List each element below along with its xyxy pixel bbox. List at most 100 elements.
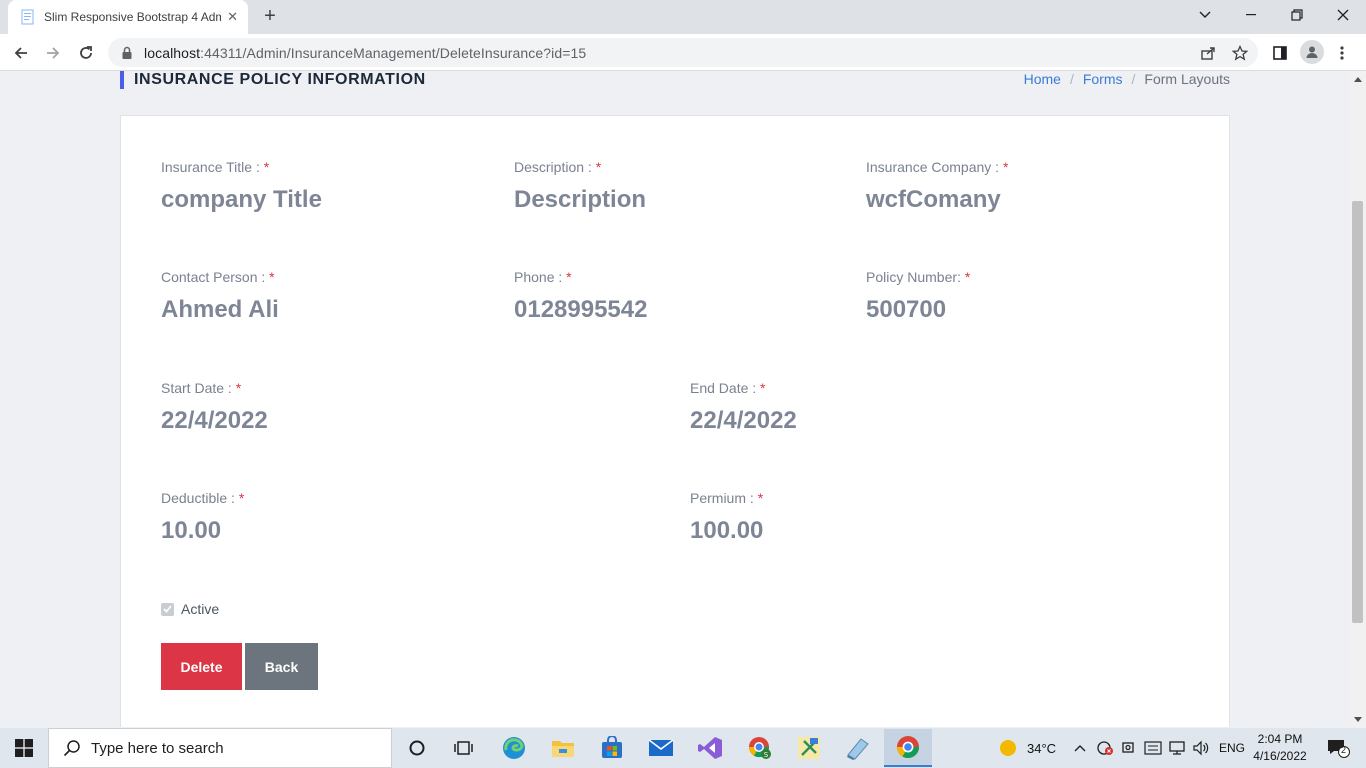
back-arrow-icon[interactable] (8, 40, 34, 66)
address-bar[interactable]: localhost:44311/Admin/InsuranceManagemen… (108, 38, 1258, 67)
start-date-label: Start Date : * (161, 380, 268, 396)
language-indicator[interactable]: ENG (1219, 741, 1245, 755)
side-panel-icon[interactable] (1270, 43, 1290, 63)
description-value: Description (514, 186, 647, 213)
start-date-field: Start Date : * 22/4/2022 (161, 380, 268, 436)
policy-number-value: 500700 (866, 296, 947, 323)
breadcrumb-forms[interactable]: Forms (1083, 71, 1123, 87)
permium-value: 100.00 (690, 517, 764, 544)
page-scrollbar[interactable] (1350, 71, 1366, 727)
restore-icon[interactable] (1274, 0, 1320, 30)
insurance-form-card: Insurance Title : * company Title Descri… (120, 115, 1230, 727)
page-title: INSURANCE POLICY INFORMATION (120, 71, 426, 89)
label-text: Phone : (514, 269, 563, 285)
reload-icon[interactable] (73, 40, 99, 66)
close-icon[interactable]: ✕ (227, 9, 238, 25)
cortana-icon[interactable] (397, 732, 437, 764)
chrome-profile-icon[interactable]: S (740, 732, 780, 764)
scroll-down-icon[interactable] (1350, 711, 1366, 727)
taskbar-search-box[interactable]: Type here to search (48, 728, 392, 768)
phone-field: Phone : * 0128995542 (514, 269, 647, 325)
window-close-icon[interactable] (1320, 0, 1366, 30)
weather-temperature[interactable]: 34°C (1027, 741, 1056, 756)
chrome-browser-icon[interactable] (884, 729, 932, 767)
volume-icon[interactable] (1190, 732, 1212, 764)
url-path: :44311/Admin/InsuranceManagement/DeleteI… (200, 44, 587, 61)
label-text: Insurance Title : (161, 159, 260, 175)
notification-center-icon[interactable]: 2 (1318, 732, 1358, 764)
active-row: Active (161, 601, 219, 617)
required-mark: * (269, 269, 275, 285)
antivirus-tray-icon[interactable] (1094, 732, 1116, 764)
active-checkbox[interactable] (161, 602, 174, 616)
browser-tab[interactable]: Slim Responsive Bootstrap 4 Admin ✕ (8, 0, 248, 34)
insurance-company-label: Insurance Company : * (866, 159, 1008, 175)
breadcrumb-separator: / (1069, 71, 1074, 87)
url-host: localhost (144, 44, 201, 61)
profile-avatar-icon[interactable] (1300, 40, 1324, 64)
edge-browser-icon[interactable] (494, 732, 534, 764)
required-mark: * (595, 159, 602, 175)
weather-sun-icon[interactable] (994, 732, 1022, 764)
taskbar-clock[interactable]: 2:04 PM 4/16/2022 (1248, 731, 1312, 765)
insurance-title-value: company Title (161, 186, 322, 213)
scroll-thumb[interactable] (1352, 201, 1363, 623)
end-date-value: 22/4/2022 (690, 407, 797, 434)
microsoft-store-icon[interactable] (592, 732, 632, 764)
notepad-app-icon[interactable] (838, 732, 878, 764)
svg-text:S: S (764, 751, 769, 759)
network-icon[interactable] (1166, 732, 1188, 764)
forward-arrow-icon[interactable] (40, 40, 66, 66)
search-icon (63, 740, 80, 757)
insurance-company-field: Insurance Company : * wcfComany (866, 159, 1008, 215)
insurance-title-field: Insurance Title : * company Title (161, 159, 322, 215)
chevron-up-icon[interactable] (1070, 732, 1090, 764)
required-mark: * (238, 490, 245, 506)
back-button[interactable]: Back (245, 643, 318, 690)
deductible-field: Deductible : * 10.00 (161, 490, 244, 546)
bookmark-star-icon[interactable] (1230, 43, 1250, 63)
insurance-title-label: Insurance Title : * (161, 159, 322, 175)
clock-time: 2:04 PM (1257, 732, 1303, 746)
search-placeholder: Type here to search (91, 739, 224, 757)
deductible-label: Deductible : * (161, 490, 244, 506)
required-mark: * (1002, 159, 1009, 175)
label-text: Description : (514, 159, 592, 175)
label-text: Permium : (690, 490, 754, 506)
notification-count: 2 (1341, 745, 1347, 755)
required-mark: * (964, 269, 971, 285)
minimize-icon[interactable] (1228, 0, 1274, 30)
clock-date: 4/16/2022 (1253, 749, 1307, 763)
required-mark: * (235, 380, 242, 396)
required-mark: * (757, 490, 764, 506)
active-label: Active (181, 601, 220, 617)
input-method-icon[interactable] (1142, 732, 1164, 764)
browser-toolbar: localhost:44311/Admin/InsuranceManagemen… (0, 34, 1366, 71)
delete-button[interactable]: Delete (161, 643, 242, 690)
file-explorer-icon[interactable] (543, 732, 583, 764)
breadcrumb-home[interactable]: Home (1024, 71, 1061, 87)
page-header: INSURANCE POLICY INFORMATION Home / Form… (120, 71, 1230, 91)
check-icon (163, 605, 172, 613)
description-field: Description : * Description (514, 159, 646, 215)
task-view-icon[interactable] (444, 732, 484, 764)
more-menu-icon[interactable] (1332, 43, 1352, 63)
breadcrumb-current: Form Layouts (1144, 71, 1230, 87)
tool-app-icon[interactable] (789, 732, 829, 764)
windows-start-icon[interactable] (0, 728, 48, 768)
breadcrumb-separator: / (1131, 71, 1136, 87)
label-text: End Date : (690, 380, 757, 396)
meet-now-icon[interactable] (1119, 732, 1139, 764)
scroll-up-icon[interactable] (1350, 71, 1366, 87)
required-mark: * (263, 159, 270, 175)
lock-icon (122, 46, 132, 59)
permium-field: Permium : * 100.00 (690, 490, 763, 546)
mail-icon[interactable] (641, 732, 681, 764)
required-mark: * (760, 380, 766, 396)
chevron-down-icon[interactable] (1182, 0, 1228, 30)
new-tab-button[interactable]: + (258, 5, 282, 29)
page-icon (21, 9, 34, 25)
visual-studio-icon[interactable] (690, 732, 730, 764)
share-icon[interactable] (1198, 43, 1218, 63)
description-label: Description : * (514, 159, 646, 175)
